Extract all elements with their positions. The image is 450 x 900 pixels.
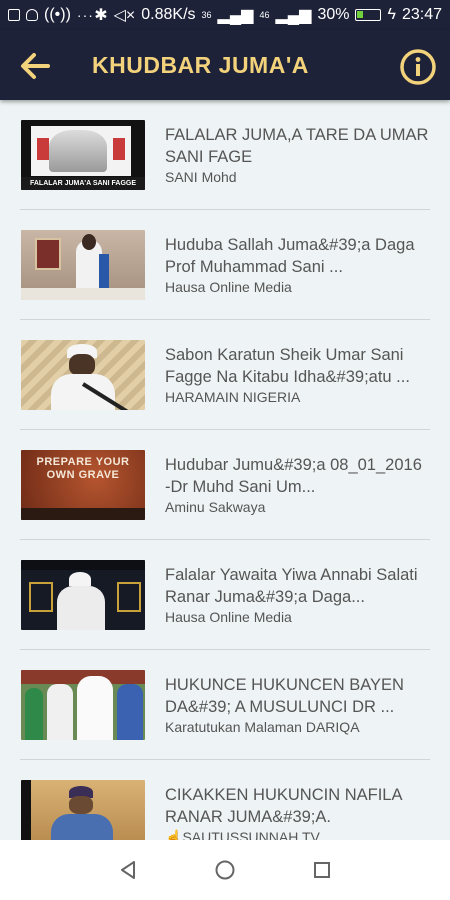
- network-speed: 0.88K/s: [141, 6, 196, 23]
- video-channel: Hausa Online Media: [165, 609, 292, 625]
- circle-home-icon[interactable]: [213, 858, 237, 882]
- status-left: ((•)) ···: [8, 6, 94, 24]
- video-title: Huduba Sallah Juma&#39;a Daga Prof Muham…: [165, 236, 415, 276]
- video-list: FALALAR JUMA'A SANI FAGGE FALALAR JUMA,A…: [0, 100, 450, 840]
- signal-icon: ▂▄▆: [217, 7, 254, 24]
- video-thumbnail: PREPARE YOUR OWN GRAVE: [21, 450, 145, 520]
- status-bar: ((•)) ··· ✱ ◁× 0.88K/s 36 ▂▄▆ 46 ▂▄▆ 30%…: [0, 0, 450, 30]
- video-channel: Hausa Online Media: [165, 279, 292, 295]
- mute-icon: ◁×: [113, 7, 136, 24]
- battery-percent: 30%: [317, 6, 350, 23]
- video-title: Hudubar Jumu&#39;a 08_01_2016 -Dr Muhd S…: [165, 456, 422, 496]
- arrow-left-icon: [21, 53, 50, 79]
- video-item[interactable]: CIKAKKEN HUKUNCIN NAFILA RANAR JUMA&#39;…: [0, 760, 450, 840]
- video-title: Sabon Karatun Sheik Umar Sani Fagge Na K…: [165, 346, 410, 386]
- triangle-back-icon[interactable]: [116, 858, 140, 882]
- video-item[interactable]: Falalar Yawaita Yiwa Annabi Salati Ranar…: [0, 540, 450, 650]
- video-thumbnail: [21, 560, 145, 630]
- charging-icon: ϟ: [387, 6, 396, 23]
- hand-icon: ☝: [165, 829, 183, 840]
- battery-icon: [355, 9, 382, 21]
- video-thumbnail: [21, 230, 145, 300]
- square-recents-icon[interactable]: [310, 858, 334, 882]
- video-channel: HARAMAIN NIGERIA: [165, 389, 301, 405]
- video-item[interactable]: Huduba Sallah Juma&#39;a Daga Prof Muham…: [0, 210, 450, 320]
- clock: 23:47: [401, 6, 442, 23]
- thumbnail-caption: PREPARE YOUR OWN GRAVE: [36, 456, 130, 481]
- video-channel: Karatutukan Malaman DARIQA: [165, 719, 360, 735]
- more-notifications-icon: ···: [76, 7, 94, 23]
- video-title: Falalar Yawaita Yiwa Annabi Salati Ranar…: [165, 566, 418, 606]
- video-channel-text: SAUTUSSUNNAH TV: [182, 829, 320, 840]
- thumbnail-caption: FALALAR JUMA'A SANI FAGGE: [21, 177, 145, 190]
- video-thumbnail: FALALAR JUMA'A SANI FAGGE: [21, 120, 145, 190]
- bluetooth-icon: ✱: [94, 7, 108, 24]
- video-thumbnail: [21, 670, 145, 740]
- info-circle-icon: [400, 49, 436, 85]
- video-channel: ☝SAUTUSSUNNAH TV: [165, 829, 430, 840]
- video-channel: SANI Mohd: [165, 169, 237, 185]
- video-title: FALALAR JUMA,A TARE DA UMAR SANI FAGE: [165, 126, 429, 166]
- video-title: CIKAKKEN HUKUNCIN NAFILA RANAR JUMA&#39;…: [165, 786, 402, 826]
- video-item[interactable]: PREPARE YOUR OWN GRAVE Hudubar Jumu&#39;…: [0, 430, 450, 540]
- video-thumbnail: [21, 780, 145, 840]
- system-nav-bar: [0, 840, 450, 900]
- gallery-icon: [8, 9, 20, 21]
- video-item[interactable]: HUKUNCE HUKUNCEN BAYEN DA&#39; A MUSULUN…: [0, 650, 450, 760]
- shield-icon: [26, 9, 38, 21]
- video-thumbnail: [21, 340, 145, 410]
- status-right: ✱ ◁× 0.88K/s 36 ▂▄▆ 46 ▂▄▆ 30% ϟ 23:47: [94, 5, 442, 25]
- info-button[interactable]: [398, 47, 438, 87]
- video-title: HUKUNCE HUKUNCEN BAYEN DA&#39; A MUSULUN…: [165, 676, 404, 716]
- video-item[interactable]: FALALAR JUMA'A SANI FAGGE FALALAR JUMA,A…: [0, 100, 450, 210]
- video-channel: Aminu Sakwaya: [165, 499, 266, 515]
- page-title: KHUDBAR JUMA'A: [92, 52, 309, 78]
- sim2-label: 46: [259, 10, 270, 20]
- sim1-label: 36: [201, 10, 212, 20]
- back-button[interactable]: [14, 44, 58, 88]
- app-toolbar: KHUDBAR JUMA'A: [0, 30, 450, 100]
- video-item[interactable]: Sabon Karatun Sheik Umar Sani Fagge Na K…: [0, 320, 450, 430]
- signal-icon-2: ▂▄▆: [275, 7, 312, 24]
- wireless-icon: ((•)): [44, 6, 71, 23]
